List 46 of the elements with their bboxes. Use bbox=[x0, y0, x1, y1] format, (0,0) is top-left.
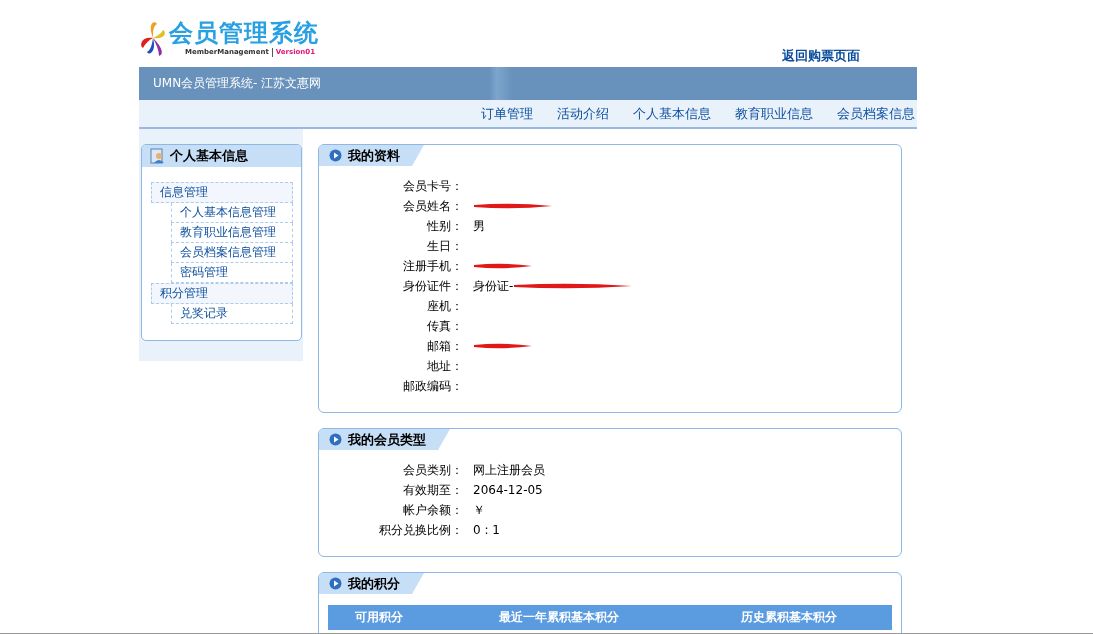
menu-group[interactable]: 信息管理 bbox=[151, 182, 293, 203]
field-value: 0 : 1 bbox=[473, 523, 500, 537]
menu-item[interactable]: 个人基本信息管理 bbox=[171, 203, 293, 223]
panel-title: 我的资料 bbox=[348, 146, 400, 165]
sidebar-title: 个人基本信息 bbox=[170, 147, 248, 165]
field-label: 积分兑换比例： bbox=[378, 521, 463, 539]
field-label: 座机： bbox=[426, 297, 463, 315]
field-label: 会员姓名： bbox=[402, 197, 463, 215]
nav-link[interactable]: 订单管理 bbox=[481, 104, 533, 123]
field-value: 身份证- bbox=[473, 277, 514, 295]
field-value: 2064-12-05 bbox=[473, 483, 543, 497]
user-card-icon bbox=[150, 148, 166, 164]
back-link[interactable]: 返回购票页面 bbox=[782, 47, 860, 65]
field-label: 有效期至： bbox=[402, 481, 463, 499]
nav-link[interactable]: 个人基本信息 bbox=[633, 104, 711, 123]
panel-title: 我的会员类型 bbox=[348, 430, 426, 449]
menu-group[interactable]: 积分管理 bbox=[151, 283, 293, 304]
field-label: 身份证件： bbox=[402, 277, 463, 295]
column-header: 历史累积基本积分 bbox=[686, 605, 892, 630]
field-label: 注册手机： bbox=[402, 257, 463, 275]
menu-item[interactable]: 兑奖记录 bbox=[171, 304, 293, 324]
menu-item[interactable]: 会员档案信息管理 bbox=[171, 243, 293, 263]
field-value: 男 bbox=[473, 217, 485, 235]
field-label: 邮箱： bbox=[426, 337, 463, 355]
play-icon bbox=[329, 149, 342, 162]
field-label: 生日： bbox=[426, 237, 463, 255]
field-value: ￥ bbox=[473, 501, 485, 519]
field-value: 网上注册会员 bbox=[473, 461, 545, 479]
column-header: 最近一年累积基本积分 bbox=[430, 605, 687, 630]
field-label: 地址： bbox=[426, 357, 463, 375]
column-header: 可用积分 bbox=[328, 605, 431, 630]
nav-link[interactable]: 会员档案信息 bbox=[837, 104, 915, 123]
menu-item[interactable]: 教育职业信息管理 bbox=[171, 223, 293, 243]
field-label: 性别： bbox=[426, 217, 463, 235]
field-label: 会员类别： bbox=[402, 461, 463, 479]
field-label: 传真： bbox=[426, 317, 463, 335]
panel-title: 我的积分 bbox=[348, 574, 400, 593]
nav-link[interactable]: 教育职业信息 bbox=[735, 104, 813, 123]
play-icon bbox=[329, 433, 342, 446]
play-icon bbox=[329, 577, 342, 590]
site-title: UMN会员管理系统- 江苏文惠网 bbox=[153, 75, 322, 92]
logo-title: 会员管理系统 bbox=[169, 18, 319, 48]
field-label: 会员卡号： bbox=[402, 177, 463, 195]
field-label: 邮政编码： bbox=[402, 377, 463, 395]
field-label: 帐户余额： bbox=[402, 501, 463, 519]
nav-link[interactable]: 活动介绍 bbox=[557, 104, 609, 123]
